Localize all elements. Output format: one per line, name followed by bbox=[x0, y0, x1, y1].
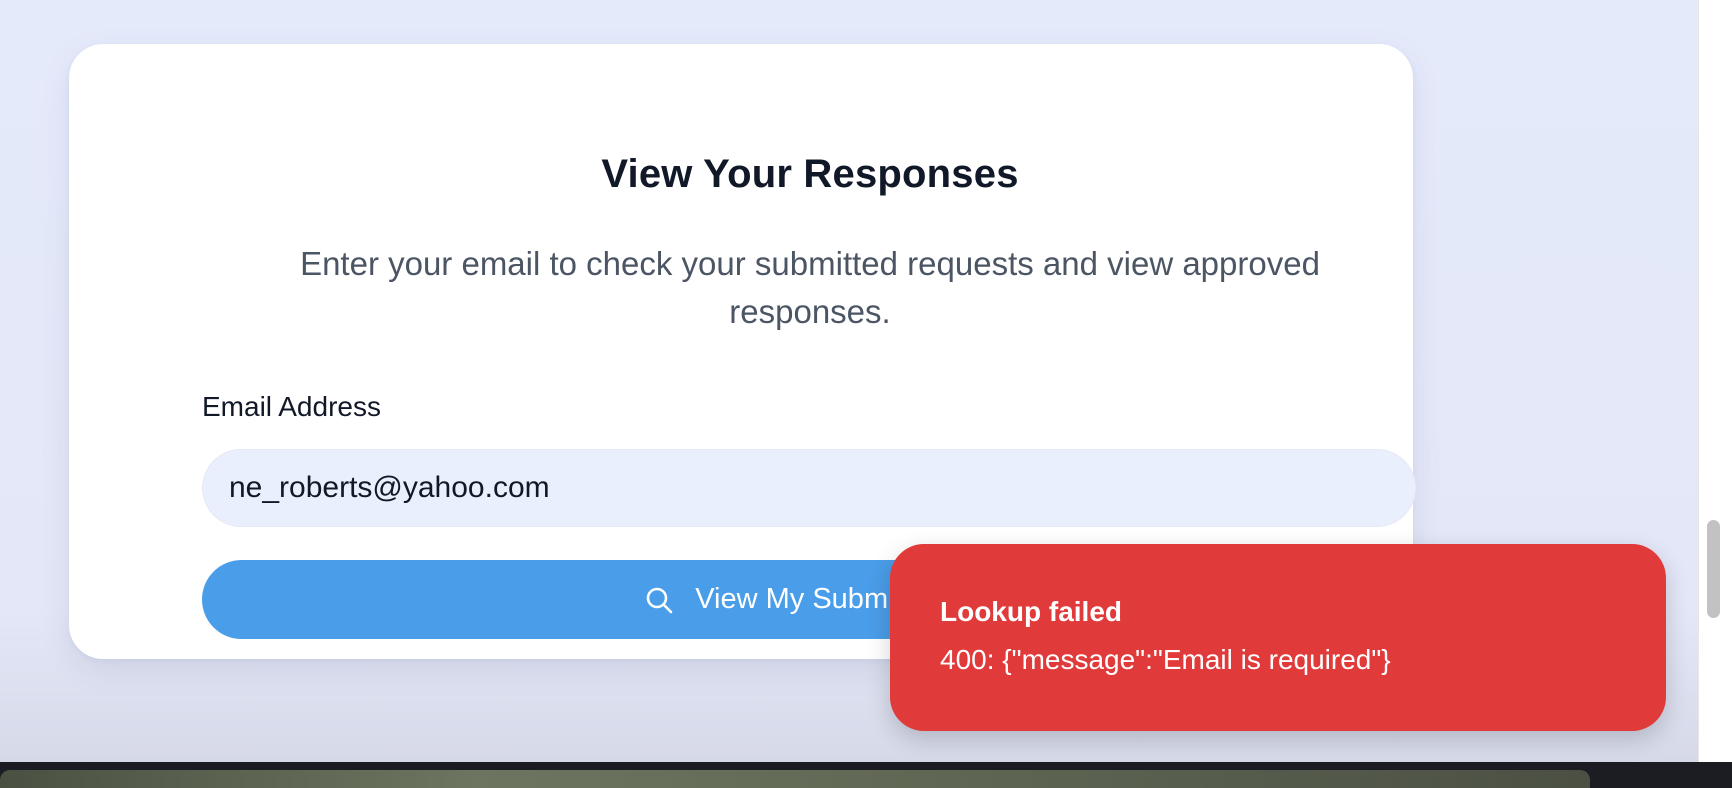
page-subtitle: Enter your email to check your submitted… bbox=[300, 245, 1320, 330]
desktop-strip bbox=[0, 770, 1590, 788]
email-field[interactable] bbox=[202, 449, 1416, 527]
scrollbar-thumb[interactable] bbox=[1707, 520, 1720, 618]
toast-title: Lookup failed bbox=[940, 596, 1122, 627]
error-toast[interactable]: Lookup failed 400: {"message":"Email is … bbox=[890, 544, 1666, 731]
toast-message: 400: {"message":"Email is required"} bbox=[940, 644, 1391, 675]
scrollbar-track[interactable] bbox=[1698, 0, 1732, 762]
os-taskbar bbox=[0, 762, 1732, 788]
search-icon bbox=[643, 584, 675, 616]
page-title: View Your Responses bbox=[601, 152, 1019, 196]
page-viewport: View Your Responses Enter your email to … bbox=[0, 0, 1732, 762]
email-label: Email Address bbox=[202, 391, 381, 422]
